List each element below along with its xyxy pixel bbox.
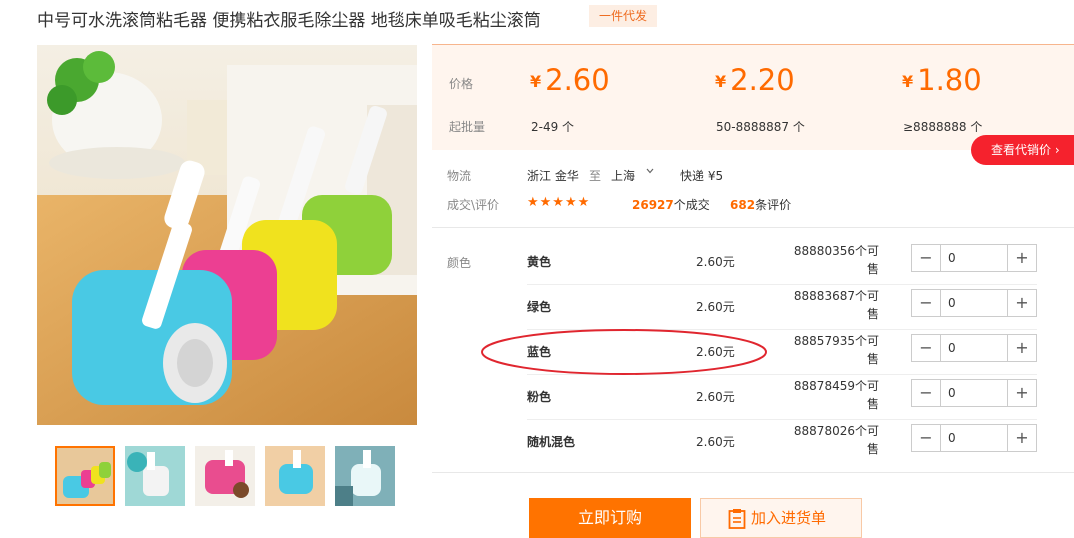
price-tier-2: ¥2.20	[715, 63, 795, 97]
sku-row: 随机混色 2.60元 88878026个可售 − 0 +	[527, 420, 1037, 465]
sku-stock: 88880356个可售	[793, 242, 879, 278]
stock-line-2: 售	[866, 262, 879, 276]
ship-to-select[interactable]: 上海	[611, 167, 635, 184]
sku-price: 2.60元	[696, 300, 735, 314]
section-divider	[432, 227, 1074, 228]
deals-suffix: 个成交	[673, 198, 710, 212]
price-value: 1.80	[917, 63, 982, 97]
increment-button[interactable]: +	[1007, 335, 1036, 361]
increment-button[interactable]: +	[1007, 290, 1036, 316]
rating-stars: ★★★★★	[527, 195, 591, 210]
section-divider	[432, 472, 1074, 473]
price-value: 2.60	[545, 63, 610, 97]
quantity-stepper: − 0 +	[911, 289, 1037, 317]
reviews-count[interactable]: 682条评价	[730, 196, 791, 213]
deals-label: 成交\评价	[447, 198, 500, 212]
clipboard-icon	[728, 509, 746, 529]
price-tier-1: ¥2.60	[530, 63, 610, 97]
currency-symbol: ¥	[530, 72, 542, 91]
order-now-button[interactable]: 立即订购	[529, 498, 691, 538]
chevron-down-icon[interactable]	[646, 167, 654, 175]
quantity-input[interactable]: 0	[948, 380, 956, 406]
main-product-image	[37, 45, 417, 425]
sku-stock: 88878026个可售	[793, 422, 879, 458]
decrement-button[interactable]: −	[912, 380, 941, 406]
color-label: 颜色	[447, 256, 472, 270]
quantity-stepper: − 0 +	[911, 334, 1037, 362]
view-agent-price-button[interactable]: 查看代销价 ›	[971, 135, 1074, 165]
quantity-stepper: − 0 +	[911, 244, 1037, 272]
decrement-button[interactable]: −	[912, 245, 941, 271]
sku-stock: 88878459个可售	[793, 377, 879, 413]
sku-row: 黄色 2.60元 88880356个可售 − 0 +	[527, 240, 1037, 285]
thumbnail-5[interactable]	[335, 446, 395, 506]
decrement-button[interactable]: −	[912, 335, 941, 361]
sku-price: 2.60元	[696, 255, 735, 269]
deals-number: 26927	[632, 198, 674, 212]
moq-tier-2: 50-8888887 个	[716, 120, 805, 134]
reviews-suffix: 条评价	[755, 198, 792, 212]
ship-from: 浙江 金华	[527, 169, 579, 183]
thumbnail-3[interactable]	[195, 446, 255, 506]
stock-line-2: 售	[866, 352, 879, 366]
thumbnail-1[interactable]	[55, 446, 115, 506]
quantity-input[interactable]: 0	[948, 245, 956, 271]
stock-line-1: 88880356个可	[793, 244, 879, 258]
add-to-purchase-list-button[interactable]: 加入进货单	[700, 498, 862, 538]
quantity-stepper: − 0 +	[911, 424, 1037, 452]
moq-tier-1: 2-49 个	[531, 120, 575, 134]
currency-symbol: ¥	[715, 72, 727, 91]
sku-price: 2.60元	[696, 435, 735, 449]
currency-symbol: ¥	[902, 72, 914, 91]
price-panel: 价格 起批量 ¥2.60 ¥2.20 ¥1.80 2-49 个 50-88888…	[432, 44, 1074, 150]
sku-name: 随机混色	[527, 435, 576, 449]
sku-row: 粉色 2.60元 88878459个可售 − 0 +	[527, 375, 1037, 420]
increment-button[interactable]: +	[1007, 245, 1036, 271]
stock-line-2: 售	[866, 442, 879, 456]
reviews-number: 682	[730, 198, 756, 212]
increment-button[interactable]: +	[1007, 380, 1036, 406]
ship-to-word: 至	[589, 169, 602, 183]
sku-row: 绿色 2.60元 88883687个可售 − 0 +	[527, 285, 1037, 330]
moq-tier-3: ≥8888888 个	[903, 120, 983, 134]
stock-line-1: 88883687个可	[793, 289, 879, 303]
logistics-label: 物流	[447, 169, 472, 183]
decrement-button[interactable]: −	[912, 425, 941, 451]
increment-button[interactable]: +	[1007, 425, 1036, 451]
sku-stock: 88883687个可售	[793, 287, 879, 323]
sku-stock: 88857935个可售	[793, 332, 879, 368]
annotation-ellipse	[481, 329, 767, 375]
sku-name: 粉色	[527, 390, 552, 404]
price-tier-3: ¥1.80	[902, 63, 982, 97]
moq-label: 起批量	[449, 120, 486, 134]
sku-price: 2.60元	[696, 390, 735, 404]
product-title: 中号可水洗滚筒粘毛器 便携粘衣服毛除尘器 地毯床单吸毛粘尘滚筒	[37, 11, 541, 31]
dropship-tag: 一件代发	[589, 5, 657, 27]
thumbnail-4[interactable]	[265, 446, 325, 506]
stock-line-2: 售	[866, 307, 879, 321]
quantity-input[interactable]: 0	[948, 425, 956, 451]
sku-name: 黄色	[527, 255, 552, 269]
add-to-purchase-list-label: 加入进货单	[751, 509, 827, 527]
express-fee: 快递 ¥5	[680, 169, 724, 183]
quantity-input[interactable]: 0	[948, 290, 956, 316]
quantity-stepper: − 0 +	[911, 379, 1037, 407]
price-value: 2.20	[730, 63, 795, 97]
stock-line-1: 88878459个可	[793, 379, 879, 393]
decrement-button[interactable]: −	[912, 290, 941, 316]
price-label: 价格	[449, 77, 474, 91]
stock-line-1: 88857935个可	[793, 334, 879, 348]
stock-line-2: 售	[866, 397, 879, 411]
stock-line-1: 88878026个可	[793, 424, 879, 438]
thumbnail-2[interactable]	[125, 446, 185, 506]
quantity-input[interactable]: 0	[948, 335, 956, 361]
sku-name: 绿色	[527, 300, 552, 314]
deals-count[interactable]: 26927个成交	[632, 196, 710, 213]
